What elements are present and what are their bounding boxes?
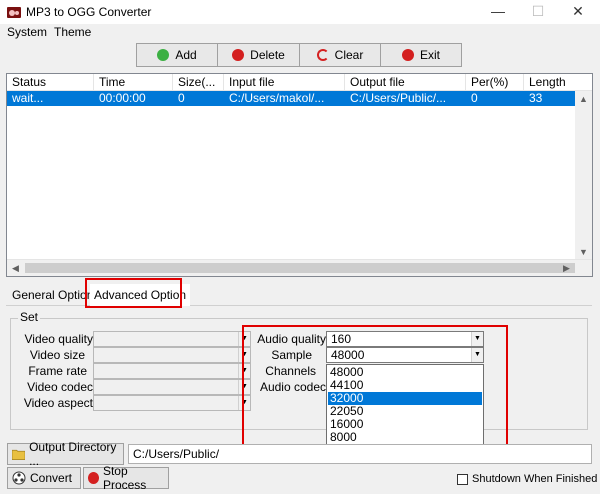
- clear-button[interactable]: Clear: [300, 44, 381, 66]
- menu-system[interactable]: System: [7, 25, 47, 39]
- video-size-label: Video size: [29, 348, 85, 362]
- close-button[interactable]: ✕: [558, 0, 598, 24]
- minimize-button[interactable]: —: [478, 0, 518, 24]
- cell-input-file: C:/Users/makol/...: [229, 91, 325, 105]
- video-aspect-select[interactable]: ▼: [93, 395, 251, 411]
- output-directory-field[interactable]: C:/Users/Public/: [128, 444, 592, 464]
- advanced-tab-highlight-frame: [85, 278, 182, 308]
- exit-button[interactable]: Exit: [381, 44, 461, 66]
- stop-process-label: Stop Process: [102, 464, 147, 492]
- column-output-file[interactable]: Output file: [345, 74, 466, 91]
- column-length[interactable]: Length: [524, 74, 592, 91]
- cell-length: 33: [529, 91, 543, 105]
- convert-icon: [12, 471, 26, 485]
- video-quality-label: Video quality: [24, 332, 94, 346]
- delete-button[interactable]: Delete: [218, 44, 300, 66]
- delete-button-label: Delete: [250, 48, 285, 62]
- audio-settings-highlight-frame: [242, 325, 508, 452]
- stop-icon: [88, 472, 99, 484]
- scroll-up-icon[interactable]: ▲: [575, 91, 592, 108]
- add-icon: [157, 49, 170, 61]
- frame-rate-select[interactable]: ▼: [93, 363, 251, 379]
- maximize-button[interactable]: ☐: [518, 0, 558, 24]
- convert-label: Convert: [30, 471, 73, 485]
- app-icon: [7, 7, 21, 18]
- title-bar: MP3 to OGG Converter — ☐ ✕: [0, 0, 600, 24]
- tab-general-option[interactable]: General Option: [8, 284, 97, 306]
- output-directory-button[interactable]: Output Directory ...: [7, 440, 124, 468]
- scroll-right-icon[interactable]: ▶: [558, 260, 575, 276]
- cell-size: 0: [178, 91, 185, 105]
- toolbar: Add Delete Clear Exit: [136, 43, 462, 67]
- video-quality-select[interactable]: ▼: [93, 331, 251, 347]
- video-aspect-label: Video aspect: [23, 396, 93, 410]
- delete-icon: [232, 49, 245, 61]
- file-list[interactable]: Status Time Size(... Input file Output f…: [6, 73, 593, 277]
- scroll-left-icon[interactable]: ◀: [7, 260, 24, 276]
- video-codec-select[interactable]: ▼: [93, 379, 251, 395]
- menu-bar: System Theme: [0, 24, 600, 42]
- video-size-select[interactable]: ▼: [93, 347, 251, 363]
- clear-icon: [316, 49, 329, 61]
- shutdown-checkbox[interactable]: [457, 473, 468, 485]
- folder-icon: [12, 449, 26, 460]
- video-codec-label: Video codec: [27, 380, 93, 394]
- exit-icon: [401, 49, 414, 61]
- add-button-label: Add: [175, 48, 197, 62]
- stop-process-button[interactable]: Stop Process: [83, 464, 169, 492]
- cell-percent: 0: [471, 91, 478, 105]
- cell-time: 00:00:00: [99, 91, 146, 105]
- frame-rate-label: Frame rate: [28, 364, 87, 378]
- clear-button-label: Clear: [334, 48, 364, 62]
- window-title: MP3 to OGG Converter: [26, 5, 152, 19]
- shutdown-label: Shutdown When Finished: [472, 473, 598, 485]
- column-status[interactable]: Status: [7, 74, 94, 91]
- add-button[interactable]: Add: [137, 44, 218, 66]
- cell-output-file: C:/Users/Public/...: [350, 91, 447, 105]
- vertical-scrollbar[interactable]: ▲ ▼: [575, 91, 592, 261]
- set-group-label: Set: [18, 310, 41, 324]
- table-row[interactable]: wait... 00:00:00 0 C:/Users/makol/... C:…: [7, 91, 577, 106]
- cell-status: wait...: [12, 91, 44, 105]
- convert-button[interactable]: Convert: [7, 467, 81, 489]
- scroll-thumb[interactable]: [25, 263, 575, 273]
- menu-theme[interactable]: Theme: [54, 25, 91, 39]
- horizontal-scrollbar[interactable]: ◀ ▶: [7, 259, 592, 276]
- shutdown-option[interactable]: Shutdown When Finished: [457, 473, 597, 485]
- column-percent[interactable]: Per(%): [466, 74, 524, 91]
- column-size[interactable]: Size(...: [173, 74, 224, 91]
- column-time[interactable]: Time: [94, 74, 173, 91]
- list-header: Status Time Size(... Input file Output f…: [7, 74, 592, 91]
- exit-button-label: Exit: [419, 48, 440, 62]
- column-input-file[interactable]: Input file: [224, 74, 345, 91]
